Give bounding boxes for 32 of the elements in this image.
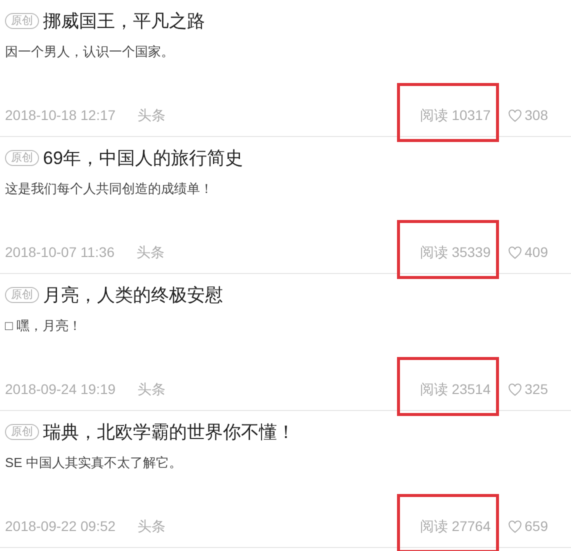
source-label: 头条: [138, 380, 166, 399]
article-title[interactable]: 瑞典，北欧学霸的世界你不懂！: [43, 418, 295, 446]
source-label: 头条: [138, 517, 166, 536]
heart-icon[interactable]: [508, 108, 522, 122]
like-count: 409: [524, 243, 548, 262]
read-count: 阅读 10317: [420, 107, 491, 123]
publish-date: 2018-09-22 09:52: [5, 517, 116, 536]
publish-date: 2018-10-18 12:17: [5, 106, 116, 125]
original-tag: 原创: [5, 287, 39, 303]
article-title[interactable]: 挪威国王，平凡之路: [43, 8, 205, 34]
source-label: 头条: [138, 106, 166, 125]
original-tag: 原创: [5, 424, 39, 440]
publish-date: 2018-09-24 19:19: [5, 380, 116, 399]
source-label: 头条: [136, 243, 164, 262]
read-count: 阅读 23514: [420, 381, 491, 397]
heart-icon[interactable]: [508, 246, 522, 260]
like-count: 659: [524, 517, 548, 536]
original-tag: 原创: [5, 150, 39, 166]
original-tag: 原创: [5, 13, 39, 29]
article-summary: 因一个男人，认识一个国家。: [5, 43, 174, 61]
read-count: 阅读 35339: [420, 244, 491, 260]
article-summary: SE 中国人其实真不太了解它。: [5, 454, 182, 472]
like-count: 325: [524, 380, 548, 399]
heart-icon[interactable]: [508, 382, 522, 396]
article-title[interactable]: 69年，中国人的旅行简史: [43, 144, 244, 172]
publish-date: 2018-10-07 11:36: [5, 243, 114, 262]
heart-icon[interactable]: [508, 520, 522, 534]
article-summary: 这是我们每个人共同创造的成绩单！: [5, 180, 213, 198]
article-summary: □ 嘿，月亮！: [5, 317, 82, 335]
read-count: 阅读 27764: [420, 518, 491, 534]
like-count: 308: [524, 106, 548, 125]
article-title[interactable]: 月亮，人类的终极安慰: [43, 282, 223, 308]
